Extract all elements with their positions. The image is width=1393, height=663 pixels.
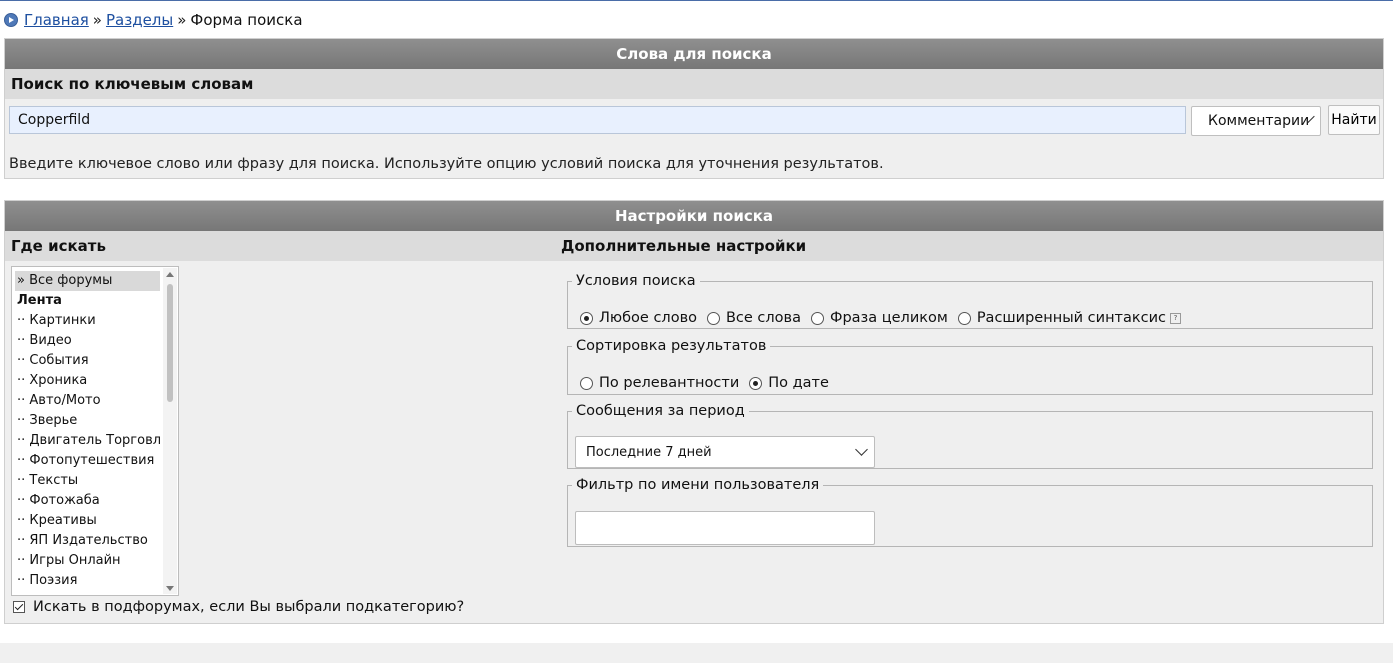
forum-option[interactable]: ·· Авто/Мото (15, 391, 160, 411)
breadcrumb-current: Форма поиска (190, 11, 303, 29)
condition-exact-phrase[interactable]: Фраза целиком (810, 310, 948, 326)
username-input[interactable] (575, 511, 875, 545)
top-border (0, 0, 1393, 1)
sort-by-relevance[interactable]: По релевантности (580, 375, 739, 391)
search-type-select[interactable]: Комментарии (1191, 106, 1321, 136)
breadcrumb-separator: » (177, 11, 187, 29)
forum-listbox[interactable]: » Все форумы Лента ·· Картинки ·· Видео ·· С… (11, 266, 179, 596)
condition-all-words[interactable]: Все слова (706, 310, 801, 326)
keyword-input[interactable] (9, 106, 1186, 134)
forum-option[interactable]: ·· Зверье (15, 411, 160, 431)
forum-option[interactable]: ·· Видео (15, 331, 160, 351)
radio-all-words[interactable] (706, 311, 720, 325)
radio-label: Все слова (725, 310, 801, 326)
search-settings-panel: Настройки поиска Где искать Дополнительн… (4, 200, 1384, 624)
user-filter-group: Фильтр по имени пользователя (567, 477, 1373, 547)
user-filter-legend: Фильтр по имени пользователя (576, 477, 820, 493)
forum-option[interactable]: ·· События (15, 351, 160, 371)
footer-strip (0, 643, 1393, 663)
breadcrumb-home-link[interactable]: Главная (24, 11, 89, 29)
condition-extended-syntax[interactable]: Расширенный синтаксис ? (957, 310, 1182, 326)
radio-label: По дате (768, 375, 829, 391)
period-legend: Сообщения за период (576, 403, 745, 419)
radio-relevance[interactable] (580, 376, 593, 390)
forum-option[interactable]: ·· ЯП Издательство (15, 531, 160, 551)
search-words-title: Слова для поиска (5, 39, 1383, 69)
forum-option[interactable]: ·· Креативы (15, 511, 160, 531)
forum-items: » Все форумы Лента ·· Картинки ·· Видео ·· С… (15, 271, 160, 591)
advanced-settings-label: Дополнительные настройки (561, 237, 807, 255)
result-sorting-legend: Сортировка результатов (576, 338, 767, 354)
breadcrumb-sections-link[interactable]: Разделы (106, 11, 173, 29)
period-group: Сообщения за период Последние 7 дней (567, 403, 1373, 469)
subforums-option[interactable]: Искать в подфорумах, если Вы выбрали под… (13, 599, 464, 615)
radio-date[interactable] (749, 376, 763, 390)
search-hint: Введите ключевое слово или фразу для пои… (9, 156, 884, 172)
play-circle-icon (4, 13, 18, 27)
sort-by-date[interactable]: По дате (749, 375, 829, 391)
search-conditions-legend: Условия поиска (576, 273, 696, 289)
where-to-search-label: Где искать (11, 237, 106, 255)
search-words-panel: Слова для поиска Поиск по ключевым слова… (4, 38, 1384, 179)
search-conditions-options: Любое слово Все слова Фраза целиком Расш… (580, 310, 1191, 326)
radio-label: По релевантности (599, 375, 740, 391)
condition-any-word[interactable]: Любое слово (580, 310, 697, 326)
find-button[interactable]: Найти (1328, 105, 1380, 135)
forum-option[interactable]: ·· Тексты (15, 471, 160, 491)
settings-subheader: Где искать Дополнительные настройки (5, 231, 1383, 261)
period-select[interactable]: Последние 7 дней (575, 436, 875, 468)
search-conditions-group: Условия поиска Любое слово Все слова Фра… (567, 273, 1373, 329)
forum-list-scrollbar[interactable] (163, 268, 177, 594)
breadcrumb: Главная » Разделы » Форма поиска (4, 10, 303, 30)
search-settings-title: Настройки поиска (5, 201, 1383, 231)
breadcrumb-separator: » (92, 11, 102, 29)
forum-option[interactable]: ·· Игры Онлайн (15, 551, 160, 571)
radio-exact-phrase[interactable] (810, 311, 824, 325)
help-icon[interactable]: ? (1170, 312, 1182, 324)
result-sorting-options: По релевантности По дате (580, 375, 839, 391)
forum-option[interactable]: ·· Фотожаба (15, 491, 160, 511)
forum-option[interactable]: ·· Фотопутешествия (15, 451, 160, 471)
keyword-search-label: Поиск по ключевым словам (5, 69, 1383, 99)
forum-option[interactable]: ·· Поэзия (15, 571, 160, 591)
subforums-checkbox[interactable] (13, 601, 25, 613)
period-selected: Последние 7 дней (586, 444, 712, 460)
radio-extended-syntax[interactable] (957, 311, 971, 325)
forum-option[interactable]: ·· Хроника (15, 371, 160, 391)
result-sorting-group: Сортировка результатов По релевантности … (567, 338, 1373, 395)
scroll-thumb[interactable] (167, 284, 173, 402)
scroll-down-arrow-icon[interactable] (166, 586, 174, 591)
forum-option[interactable]: ·· Двигатель Торговли (15, 431, 160, 451)
subforums-label: Искать в подфорумах, если Вы выбрали под… (33, 599, 465, 615)
forum-option[interactable]: » Все форумы (15, 271, 160, 291)
radio-label: Любое слово (599, 310, 697, 326)
radio-label: Фраза целиком (829, 310, 948, 326)
forum-option[interactable]: ·· Картинки (15, 311, 160, 331)
radio-label: Расширенный синтаксис (976, 310, 1167, 326)
chevron-down-icon (855, 443, 868, 456)
scroll-up-arrow-icon[interactable] (166, 272, 174, 277)
radio-any-word[interactable] (580, 311, 593, 325)
search-type-selected: Комментарии (1208, 113, 1310, 129)
forum-option[interactable]: Лента (15, 291, 160, 311)
